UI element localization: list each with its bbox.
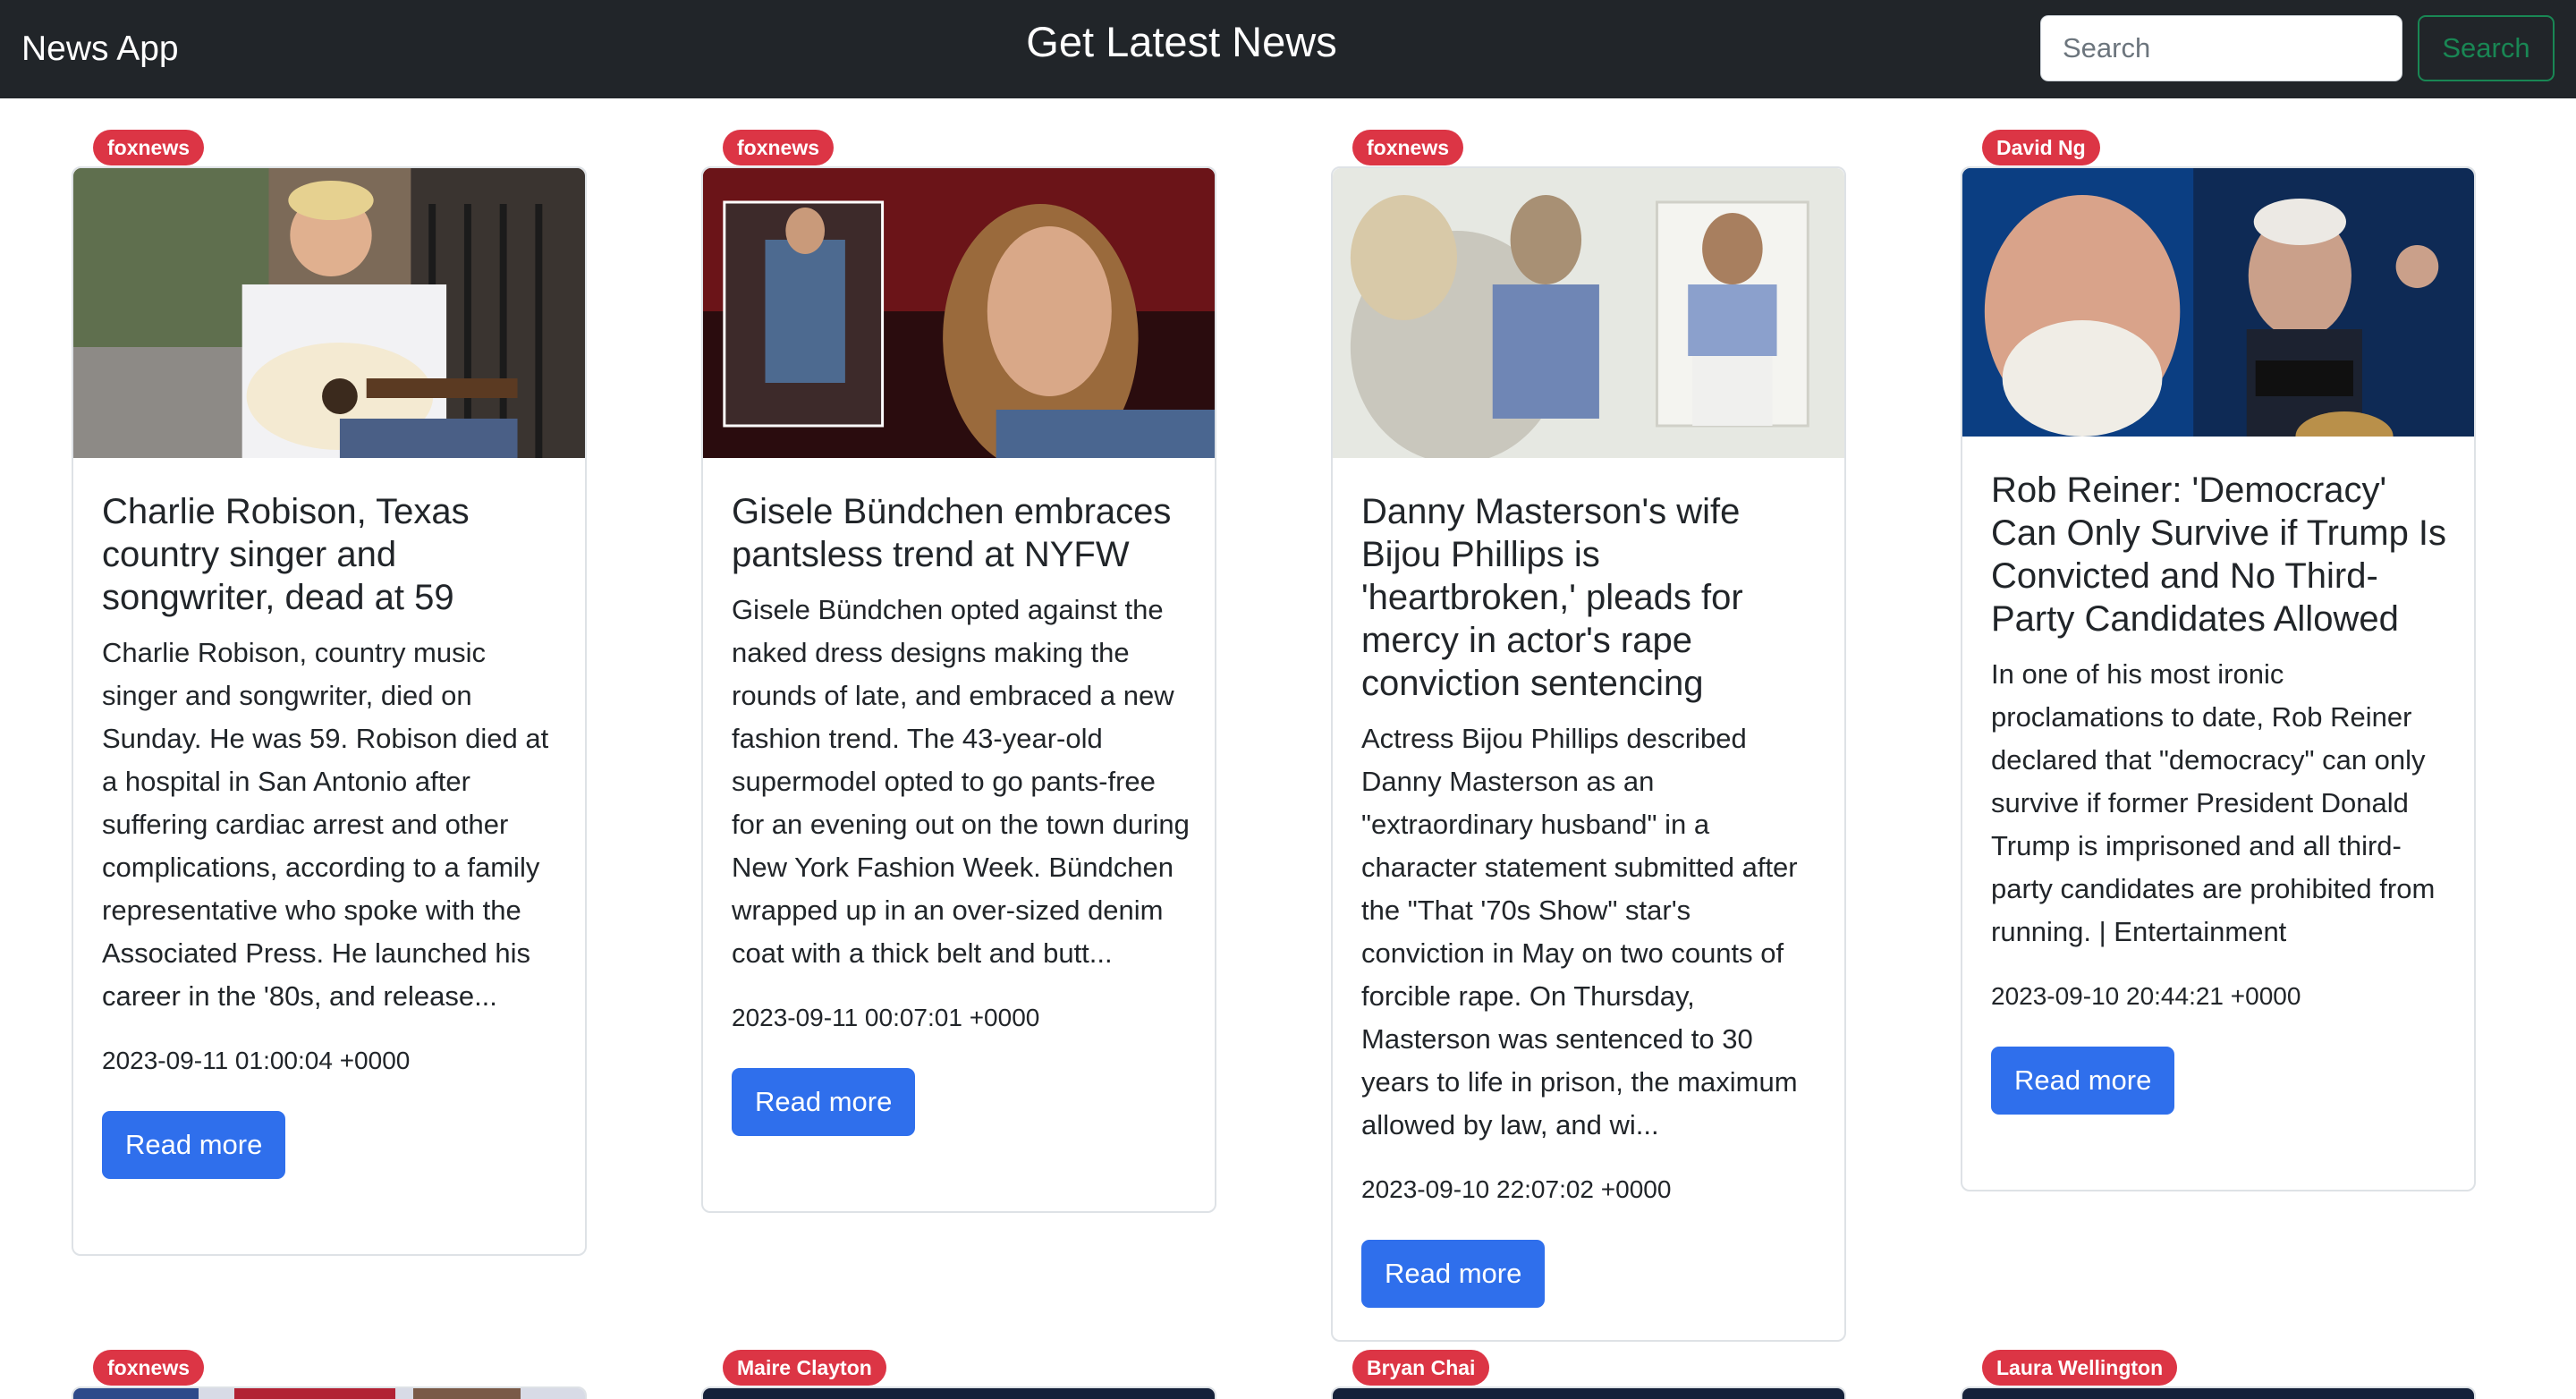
news-card: [1961, 1386, 2476, 1399]
article-description: In one of his most ironic proclamations …: [1991, 658, 2436, 947]
read-more-button[interactable]: Read more: [102, 1111, 286, 1179]
news-card: Gisele Bündchen embraces pantsless trend…: [701, 166, 1216, 1213]
news-card: [1331, 1386, 1846, 1399]
article-image: [703, 1388, 1215, 1399]
article-image: [1333, 1388, 1844, 1399]
news-card: [701, 1386, 1216, 1399]
page-title: Get Latest News: [1026, 18, 1337, 65]
article-image: [1333, 168, 1844, 458]
source-badge: David Ng: [1982, 130, 2100, 165]
source-badge: Maire Clayton: [723, 1350, 886, 1386]
source-badge: Laura Wellington: [1982, 1350, 2178, 1386]
article-description: Gisele Bündchen opted against the naked …: [732, 594, 1190, 969]
article-date: 2023-09-10 20:44:21 +0000: [1991, 982, 2301, 1010]
source-badge: foxnews: [1352, 130, 1464, 165]
navbar: News App Get Latest News Search: [0, 0, 2576, 98]
article-image: [73, 168, 585, 458]
news-card: Danny Masterson's wife Bijou Phillips is…: [1331, 166, 1846, 1342]
article-description: Charlie Robison, country music singer an…: [102, 637, 549, 1012]
news-card: Charlie Robison, Texas country singer an…: [72, 166, 587, 1256]
article-title: Rob Reiner: 'Democracy' Can Only Survive…: [1991, 471, 2447, 639]
read-more-button[interactable]: Read more: [732, 1068, 916, 1136]
source-badge: foxnews: [93, 130, 205, 165]
article-title: Danny Masterson's wife Bijou Phillips is…: [1361, 492, 1743, 703]
search-button[interactable]: Search: [2418, 15, 2555, 81]
article-date: 2023-09-11 00:07:01 +0000: [732, 1004, 1040, 1031]
read-more-button[interactable]: Read more: [1361, 1240, 1546, 1308]
article-image: [1962, 168, 2474, 437]
article-description: Actress Bijou Phillips described Danny M…: [1361, 723, 1798, 1140]
news-card: [72, 1386, 587, 1399]
source-badge: Bryan Chai: [1352, 1350, 1490, 1386]
article-image: [73, 1388, 585, 1399]
article-title: Gisele Bündchen embraces pantsless trend…: [732, 492, 1172, 574]
news-card: Rob Reiner: 'Democracy' Can Only Survive…: [1961, 166, 2476, 1191]
article-title: Charlie Robison, Texas country singer an…: [102, 492, 470, 617]
source-badge: foxnews: [93, 1350, 205, 1386]
article-date: 2023-09-11 01:00:04 +0000: [102, 1047, 411, 1074]
read-more-button[interactable]: Read more: [1991, 1047, 2175, 1115]
article-image: [703, 168, 1215, 458]
article-image: [1962, 1388, 2474, 1399]
source-badge: foxnews: [723, 130, 835, 165]
search-input[interactable]: [2040, 15, 2402, 81]
article-date: 2023-09-10 22:07:02 +0000: [1361, 1175, 1672, 1203]
